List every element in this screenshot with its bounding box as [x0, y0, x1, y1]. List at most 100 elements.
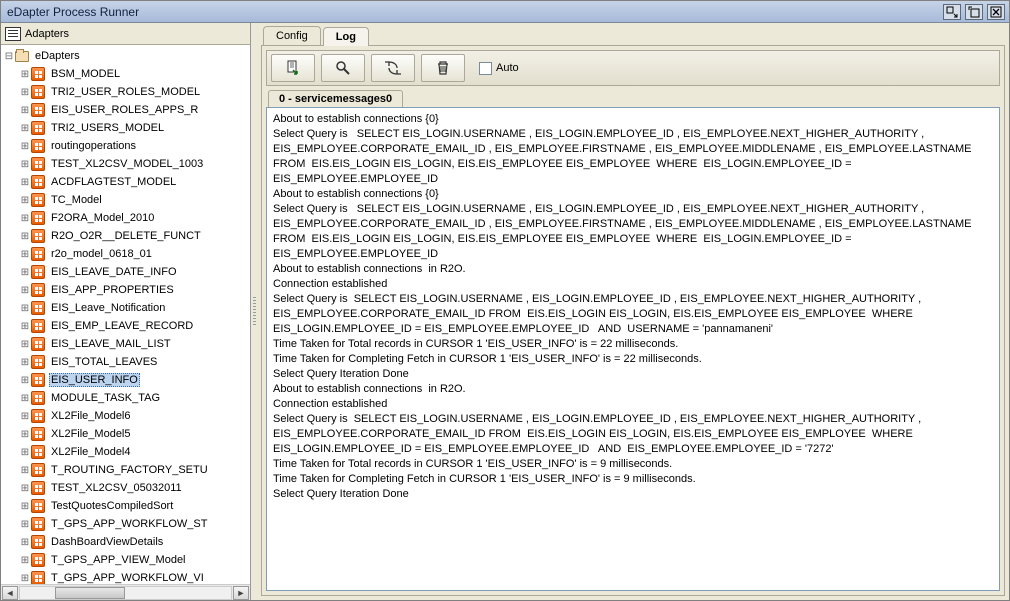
expander-icon[interactable]: ⊞ [19, 375, 31, 386]
expander-icon[interactable]: ⊞ [19, 321, 31, 332]
tree-item[interactable]: ⊞XL2File_Model4 [3, 443, 250, 461]
expander-icon[interactable]: ⊞ [19, 213, 31, 224]
log-line: Connection established [273, 277, 993, 292]
tree-item-label: MODULE_TASK_TAG [49, 391, 162, 405]
adapter-icon [31, 67, 45, 81]
expander-icon[interactable]: ⊞ [19, 123, 31, 134]
expander-icon[interactable]: ⊞ [19, 267, 31, 278]
expander-icon[interactable]: ⊞ [19, 447, 31, 458]
log-subtabs: 0 - servicemessages0 [262, 90, 1004, 107]
open-file-button[interactable] [271, 54, 315, 82]
tree-item[interactable]: ⊞T_ROUTING_FACTORY_SETU [3, 461, 250, 479]
subtab-servicemessages[interactable]: 0 - servicemessages0 [268, 90, 403, 107]
scroll-thumb[interactable] [55, 587, 125, 599]
expander-icon[interactable]: ⊞ [19, 501, 31, 512]
expander-icon[interactable]: ⊞ [19, 573, 31, 584]
expander-icon[interactable]: ⊞ [19, 249, 31, 260]
adapter-icon [31, 265, 45, 279]
tree-item[interactable]: ⊞EIS_EMP_LEAVE_RECORD [3, 317, 250, 335]
expander-icon[interactable]: ⊞ [19, 483, 31, 494]
tree-item[interactable]: ⊞XL2File_Model5 [3, 425, 250, 443]
expander-icon[interactable]: ⊞ [19, 105, 31, 116]
expander-icon[interactable]: ⊞ [19, 159, 31, 170]
tree-item[interactable]: ⊞EIS_LEAVE_DATE_INFO [3, 263, 250, 281]
maximize-button[interactable] [965, 4, 983, 20]
tree-item[interactable]: ⊞EIS_TOTAL_LEAVES [3, 353, 250, 371]
expander-icon[interactable]: ⊞ [19, 555, 31, 566]
expander-icon[interactable]: ⊞ [19, 429, 31, 440]
tree-item[interactable]: ⊞TEST_XL2CSV_MODEL_1003 [3, 155, 250, 173]
tree-item[interactable]: ⊞T_GPS_APP_VIEW_Model [3, 551, 250, 569]
tree-item[interactable]: ⊞ T_GPS_APP_WORKFLOW_VI [3, 569, 250, 584]
auto-checkbox[interactable]: Auto [479, 62, 519, 75]
expander-icon[interactable]: ⊞ [19, 195, 31, 206]
expander-icon[interactable]: ⊞ [19, 411, 31, 422]
expander-icon[interactable]: ⊞ [19, 87, 31, 98]
refresh-icon [385, 60, 401, 76]
scroll-track[interactable] [19, 586, 232, 600]
expander-icon[interactable]: ⊞ [19, 339, 31, 350]
tree-item[interactable]: ⊞TestQuotesCompiledSort [3, 497, 250, 515]
tree-item[interactable]: ⊞DashBoardViewDetails [3, 533, 250, 551]
expander-icon[interactable]: ⊞ [19, 177, 31, 188]
tree-item[interactable]: ⊞TEST_XL2CSV_05032011 [3, 479, 250, 497]
log-line: Time Taken for Total records in CURSOR 1… [273, 337, 993, 352]
expander-icon[interactable]: ⊞ [19, 231, 31, 242]
minimize-button[interactable] [943, 4, 961, 20]
adapter-icon [31, 553, 45, 567]
tree-item[interactable]: ⊞EIS_USER_INFO [3, 371, 250, 389]
scroll-left-button[interactable]: ◄ [2, 586, 18, 600]
tree-item[interactable]: ⊞BSM_MODEL [3, 65, 250, 83]
tree-item[interactable]: ⊞EIS_APP_PROPERTIES [3, 281, 250, 299]
close-button[interactable] [987, 4, 1005, 20]
log-line: Time Taken for Completing Fetch in CURSO… [273, 352, 993, 367]
adapters-tree[interactable]: ⊟ eDapters ⊞BSM_MODEL⊞TRI2_USER_ROLES_MODE… [1, 45, 250, 584]
tree-item[interactable]: ⊞XL2File_Model6 [3, 407, 250, 425]
expander-icon[interactable]: ⊟ [3, 51, 15, 62]
expander-icon[interactable]: ⊞ [19, 537, 31, 548]
adapter-icon [31, 517, 45, 531]
log-text-area[interactable]: About to establish connections {0}Select… [266, 107, 1000, 591]
tree-root[interactable]: ⊟ eDapters [3, 47, 250, 65]
titlebar: eDapter Process Runner [1, 1, 1009, 23]
horizontal-scrollbar[interactable]: ◄ ► [1, 584, 250, 600]
tree-item[interactable]: ⊞R2O_O2R__DELETE_FUNCT [3, 227, 250, 245]
expander-icon[interactable]: ⊞ [19, 465, 31, 476]
expander-icon[interactable]: ⊞ [19, 519, 31, 530]
tree-item[interactable]: ⊞T_GPS_APP_WORKFLOW_ST [3, 515, 250, 533]
expander-icon[interactable]: ⊞ [19, 393, 31, 404]
tree-item[interactable]: ⊞F2ORA_Model_2010 [3, 209, 250, 227]
refresh-button[interactable] [371, 54, 415, 82]
tree-item[interactable]: ⊞ TRI2_USERS_MODEL [3, 119, 250, 137]
tree-item[interactable]: ⊞TC_Model [3, 191, 250, 209]
log-line: Connection established [273, 397, 993, 412]
expander-icon[interactable]: ⊞ [19, 357, 31, 368]
tree-item[interactable]: ⊞ EIS_Leave_Notification [3, 299, 250, 317]
tab-config[interactable]: Config [263, 26, 321, 45]
tree-item-label: EIS_Leave_Notification [49, 301, 167, 315]
auto-label: Auto [496, 62, 519, 74]
tree-item-label: EIS_LEAVE_MAIL_LIST [49, 337, 173, 351]
tree-item-label: T_GPS_APP_WORKFLOW_VI [49, 571, 206, 584]
scroll-right-button[interactable]: ► [233, 586, 249, 600]
tree-item[interactable]: ⊞EIS_USER_ROLES_APPS_R [3, 101, 250, 119]
tree-item[interactable]: ⊞routingoperations [3, 137, 250, 155]
tree-item[interactable]: ⊞ EIS_LEAVE_MAIL_LIST [3, 335, 250, 353]
delete-button[interactable] [421, 54, 465, 82]
log-line: Select Query is SELECT EIS_LOGIN.USERNAM… [273, 412, 993, 457]
tree-item-label: TRI2_USERS_MODEL [49, 121, 166, 135]
tree-item[interactable]: ⊞ACDFLAGTEST_MODEL [3, 173, 250, 191]
tree-item[interactable]: ⊞r2o_model_0618_01 [3, 245, 250, 263]
expander-icon[interactable]: ⊞ [19, 69, 31, 80]
expander-icon[interactable]: ⊞ [19, 141, 31, 152]
expander-icon[interactable]: ⊞ [19, 303, 31, 314]
expander-icon[interactable]: ⊞ [19, 285, 31, 296]
tab-log[interactable]: Log [323, 27, 369, 46]
tree-item[interactable]: ⊞TRI2_USER_ROLES_MODEL [3, 83, 250, 101]
find-button[interactable] [321, 54, 365, 82]
tree-item[interactable]: ⊞ MODULE_TASK_TAG [3, 389, 250, 407]
tree-root-label: eDapters [33, 49, 82, 63]
adapter-icon [31, 499, 45, 513]
adapter-icon [31, 175, 45, 189]
trash-icon [435, 60, 451, 76]
